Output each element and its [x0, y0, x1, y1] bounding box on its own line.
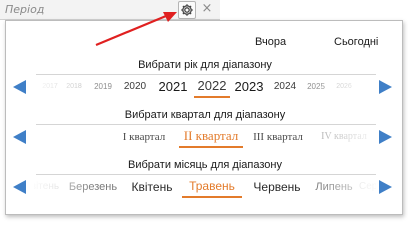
quarter-item[interactable]: III квартал [246, 126, 310, 148]
settings-button[interactable] [178, 1, 196, 19]
month-section-label: Вибрати місяць для діапазону [128, 159, 282, 171]
period-tab[interactable]: Період × [0, 0, 220, 20]
quarter-section-label: Вибрати квартал для діапазону [124, 109, 286, 121]
year-item[interactable]: 2021 [156, 76, 190, 98]
quarter-next-arrow-icon[interactable] [379, 130, 392, 144]
gear-icon [181, 4, 193, 16]
year-item[interactable]: 2026 [334, 76, 354, 98]
month-strip: Квітень Березень Квітень Травень Червень… [34, 176, 376, 198]
month-item[interactable]: Серпень [356, 176, 376, 198]
month-item[interactable]: Червень [246, 176, 308, 198]
month-item[interactable]: Липень [312, 176, 356, 198]
period-popup: Вчора Сьогодні Вибрати рік для діапазону… [5, 20, 403, 215]
year-item[interactable]: 2019 [91, 76, 115, 98]
month-item-selected[interactable]: Травень [182, 176, 242, 198]
month-item[interactable]: Квітень [126, 176, 178, 198]
year-item[interactable]: 2018 [64, 76, 84, 98]
year-next-arrow-icon[interactable] [379, 80, 392, 94]
year-item[interactable]: 2017 [40, 76, 60, 98]
tab-strip: Період × [0, 0, 408, 20]
year-item[interactable]: 2025 [304, 76, 328, 98]
year-section-label: Вибрати рік для діапазону [138, 59, 272, 71]
month-prev-arrow-icon[interactable] [13, 180, 26, 194]
close-button[interactable]: × [201, 1, 213, 16]
month-item[interactable]: Березень [64, 176, 122, 198]
year-prev-arrow-icon[interactable] [13, 80, 26, 94]
month-next-arrow-icon[interactable] [379, 180, 392, 194]
year-item[interactable]: 2023 [232, 76, 266, 98]
month-item[interactable]: Квітень [34, 176, 62, 198]
year-item[interactable]: 2020 [120, 76, 150, 98]
yesterday-link[interactable]: Вчора [255, 36, 286, 48]
close-icon: × [201, 1, 213, 16]
quarter-item-selected[interactable]: II квартал [179, 126, 243, 148]
quarter-row: I квартал II квартал III квартал IV квар… [6, 126, 404, 148]
year-item[interactable]: 2024 [270, 76, 300, 98]
year-row: 2017 2018 2019 2020 2021 2022 2023 2024 … [6, 76, 404, 98]
year-divider [36, 74, 376, 75]
quarter-divider [36, 124, 376, 125]
month-divider [36, 174, 376, 175]
today-link[interactable]: Сьогодні [334, 36, 378, 48]
month-row: Квітень Березень Квітень Травень Червень… [6, 176, 404, 198]
tab-title: Період [5, 3, 45, 16]
year-strip: 2017 2018 2019 2020 2021 2022 2023 2024 … [34, 76, 376, 98]
year-item-selected[interactable]: 2022 [194, 76, 230, 98]
quarter-strip: I квартал II квартал III квартал IV квар… [34, 126, 376, 148]
quarter-prev-arrow-icon[interactable] [13, 130, 26, 144]
quarter-item[interactable]: IV квартал [314, 126, 374, 148]
quarter-item[interactable]: I квартал [114, 126, 174, 148]
